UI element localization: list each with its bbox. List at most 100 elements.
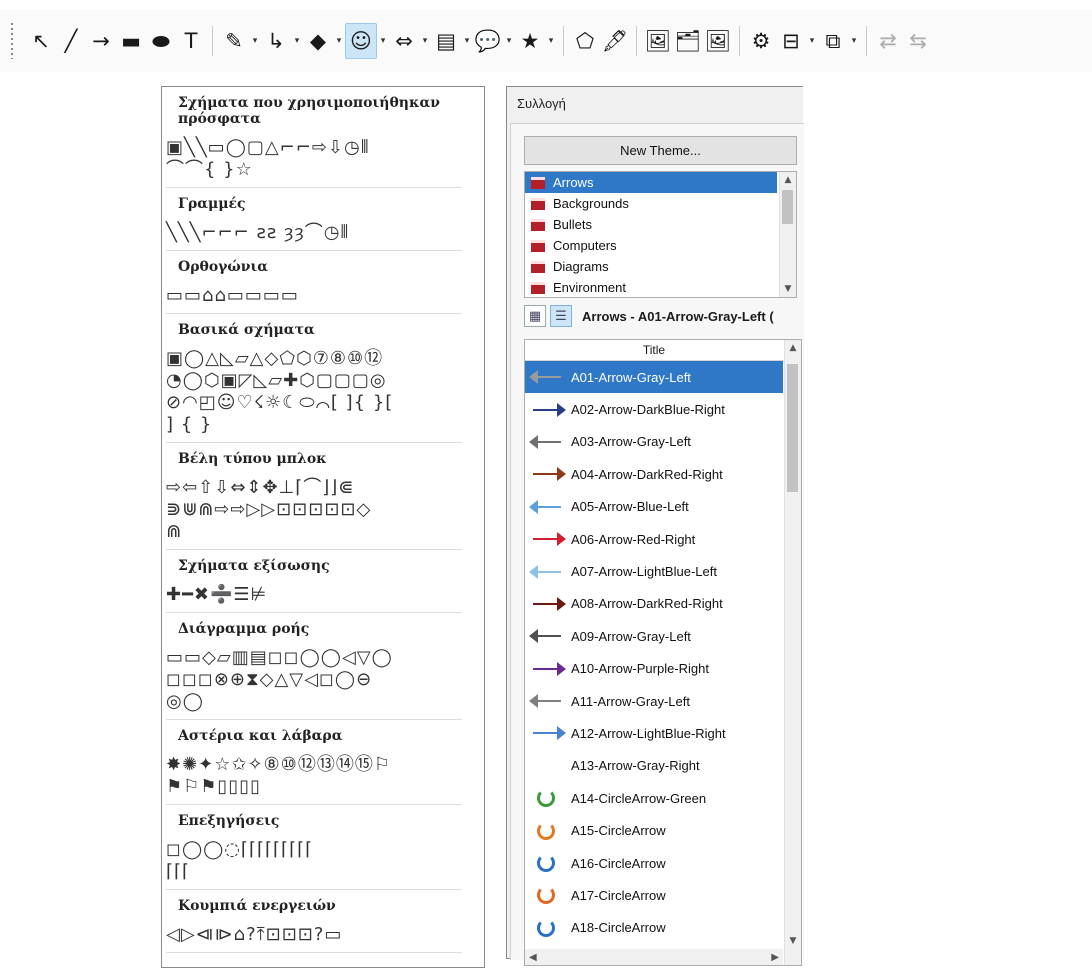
- shape-row[interactable]: ⋒: [166, 521, 462, 543]
- text-icon[interactable]: T: [176, 24, 206, 58]
- dropdown-arrow-icon[interactable]: ▾: [503, 24, 515, 58]
- line-icon[interactable]: ╱: [56, 24, 86, 58]
- shape-row[interactable]: ⚑⚐⚑▯▯▯▯: [166, 776, 462, 798]
- item-list-scrollbar[interactable]: ▲ ▼: [784, 340, 801, 965]
- callout-icon[interactable]: 💬: [473, 24, 503, 58]
- shape-row[interactable]: ⋑⋓⋒⇨⇨▷▷⊡⊡⊡⊡⊡◇: [166, 499, 462, 521]
- arrange-icon[interactable]: ⧉: [818, 24, 848, 58]
- theme-list-scrollbar[interactable]: ▲ ▼: [779, 172, 796, 297]
- shape-row[interactable]: ⌈⌈⌈: [166, 861, 462, 883]
- shape-row[interactable]: ✸✺✦☆✩✧⑧⑩⑫⑬⑭⑮⚐: [166, 754, 462, 776]
- gallery-icon[interactable]: 🗂: [673, 24, 703, 58]
- dropdown-arrow-icon[interactable]: ▾: [461, 24, 473, 58]
- scroll-thumb[interactable]: [782, 190, 793, 224]
- shape-row[interactable]: ⇨⇦⇧⇩⇔⇕✥⊥⌈⌒⌋⌋⋐: [166, 477, 462, 499]
- theme-item[interactable]: Environment: [525, 277, 777, 297]
- dropdown-arrow-icon[interactable]: ▾: [419, 24, 431, 58]
- block-arrows-icon[interactable]: ⇔: [389, 24, 419, 58]
- theme-list[interactable]: Arrows Backgrounds Bullets Computers Diagram…: [524, 171, 797, 298]
- shape-row[interactable]: ◻◯◯◌⌈⌈⌈⌈⌈⌈⌈⌈⌈: [166, 839, 462, 861]
- gallery-item[interactable]: A07-Arrow-LightBlue-Left: [525, 555, 783, 587]
- gallery-item[interactable]: A05-Arrow-Blue-Left: [525, 491, 783, 523]
- from-file-icon[interactable]: 🖼: [643, 24, 673, 58]
- extrusion-icon[interactable]: ⚙: [746, 24, 776, 58]
- shape-row[interactable]: ╲╲╲⌐⌐⌐ ƨƨ ȝȝ⌒◷⦀: [166, 222, 462, 244]
- gallery-item[interactable]: A11-Arrow-Gray-Left: [525, 685, 783, 717]
- scroll-down-icon[interactable]: ▼: [785, 933, 801, 949]
- gallery-item[interactable]: A10-Arrow-Purple-Right: [525, 653, 783, 685]
- gallery-item[interactable]: A17-CircleArrow: [525, 879, 783, 911]
- fontwork-icon[interactable]: 🖋: [600, 24, 630, 58]
- scroll-left-icon[interactable]: ◀: [529, 952, 537, 963]
- align-icon[interactable]: ⊟: [776, 24, 806, 58]
- detail-view-icon[interactable]: ☰: [550, 305, 572, 327]
- shape-row[interactable]: ✚━✖➗☰⊭: [166, 584, 462, 606]
- icon-view-icon[interactable]: ▦: [524, 305, 546, 327]
- symbol-shapes-icon[interactable]: ☺: [345, 23, 377, 59]
- gallery-item-label: A01-Arrow-Gray-Left: [571, 369, 691, 385]
- gallery-item-label: A07-Arrow-LightBlue-Left: [571, 564, 717, 580]
- toolbar-separator: [636, 26, 637, 56]
- dropdown-arrow-icon[interactable]: ▾: [848, 24, 860, 58]
- scroll-right-icon[interactable]: ▶: [771, 952, 779, 963]
- gallery-item[interactable]: A13-Arrow-Gray-Right: [525, 750, 783, 782]
- arrow-thumbnail-icon: [529, 626, 565, 646]
- scroll-thumb[interactable]: [787, 364, 798, 492]
- theme-item[interactable]: Arrows: [525, 172, 777, 193]
- gallery-item[interactable]: A12-Arrow-LightBlue-Right: [525, 717, 783, 749]
- shape-row[interactable]: ] { }: [166, 414, 462, 436]
- gallery-item[interactable]: A09-Arrow-Gray-Left: [525, 620, 783, 652]
- column-header-title[interactable]: Title: [525, 340, 783, 361]
- arrow-line-icon[interactable]: →: [86, 24, 116, 58]
- shape-row[interactable]: ⊘◠◰☺♡☇☼☾⬭⌒[ ]{ }[: [166, 392, 462, 414]
- theme-item[interactable]: Computers: [525, 235, 777, 256]
- dropdown-arrow-icon[interactable]: ▾: [806, 24, 818, 58]
- shape-row[interactable]: ◎◯: [166, 691, 462, 713]
- scroll-down-icon[interactable]: ▼: [780, 281, 796, 297]
- gallery-item[interactable]: A16-CircleArrow: [525, 847, 783, 879]
- shape-row[interactable]: ⌒⌒{ }☆: [166, 159, 462, 181]
- dropdown-arrow-icon[interactable]: ▾: [545, 24, 557, 58]
- dropdown-arrow-icon[interactable]: ▾: [249, 24, 261, 58]
- rectangle-icon[interactable]: ▬: [116, 24, 146, 58]
- dropdown-arrow-icon[interactable]: ▾: [333, 24, 345, 58]
- theme-item[interactable]: Backgrounds: [525, 193, 777, 214]
- shape-row[interactable]: ▣◯△◺▱△◇⬠⬡⑦⑧⑩⑫: [166, 348, 462, 370]
- gallery-item[interactable]: A08-Arrow-DarkRed-Right: [525, 588, 783, 620]
- scroll-up-icon[interactable]: ▲: [785, 340, 801, 356]
- select-icon[interactable]: ↖: [26, 24, 56, 58]
- gallery-item[interactable]: A04-Arrow-DarkRed-Right: [525, 458, 783, 490]
- basic-shapes-icon[interactable]: ◆: [303, 24, 333, 58]
- gallery-item-label: A12-Arrow-LightBlue-Right: [571, 725, 726, 741]
- horizontal-scrollbar[interactable]: ◀ ▶: [525, 949, 783, 965]
- flowchart-icon[interactable]: ▤: [431, 24, 461, 58]
- stars-icon[interactable]: ★: [515, 24, 545, 58]
- scroll-up-icon[interactable]: ▲: [780, 172, 796, 188]
- gallery-item-label: A18-CircleArrow: [571, 920, 666, 936]
- dropdown-arrow-icon[interactable]: ▾: [291, 24, 303, 58]
- gallery-item[interactable]: A14-CircleArrow-Green: [525, 782, 783, 814]
- dropdown-arrow-icon[interactable]: ▾: [377, 24, 389, 58]
- gallery-item-list[interactable]: Title A01-Arrow-Gray-Left A02-Arrow-DarkB…: [524, 339, 802, 966]
- new-theme-button[interactable]: New Theme...: [524, 136, 797, 165]
- theme-item[interactable]: Diagrams: [525, 256, 777, 277]
- shape-row[interactable]: ▭▭◇▱▥▤◻◻◯◯◁▽◯: [166, 647, 462, 669]
- gallery-item[interactable]: A03-Arrow-Gray-Left: [525, 426, 783, 458]
- ellipse-icon[interactable]: ⬬: [146, 24, 176, 58]
- shape-row[interactable]: ▣╲╲▭◯▢△⌐⌐⇨⇩◷⦀: [166, 137, 462, 159]
- gallery-item[interactable]: A02-Arrow-DarkBlue-Right: [525, 393, 783, 425]
- gallery-item[interactable]: A18-CircleArrow: [525, 912, 783, 944]
- shape-row[interactable]: ◻◻◻⊗⊕⧗◇△▽◁◻◯⊖: [166, 669, 462, 691]
- shape-row[interactable]: ◔◯⬡▣◸◺▱✚⬡▢▢▢◎: [166, 370, 462, 392]
- points-icon[interactable]: ⬠: [570, 24, 600, 58]
- toolbar-grip[interactable]: [6, 23, 18, 59]
- gallery-item[interactable]: A15-CircleArrow: [525, 814, 783, 846]
- theme-item[interactable]: Bullets: [525, 214, 777, 235]
- gallery-item[interactable]: A06-Arrow-Red-Right: [525, 523, 783, 555]
- shape-row[interactable]: ▭▭⌂⌂▭▭▭▭: [166, 285, 462, 307]
- insert-image-icon[interactable]: 🖼: [703, 24, 733, 58]
- curve-icon[interactable]: ✎: [219, 24, 249, 58]
- shape-row[interactable]: ◁▷⧏⧐⌂?⤒⊡⊡⊡?▭: [166, 924, 462, 946]
- connector-icon[interactable]: ↳: [261, 24, 291, 58]
- gallery-item[interactable]: A01-Arrow-Gray-Left: [525, 361, 783, 394]
